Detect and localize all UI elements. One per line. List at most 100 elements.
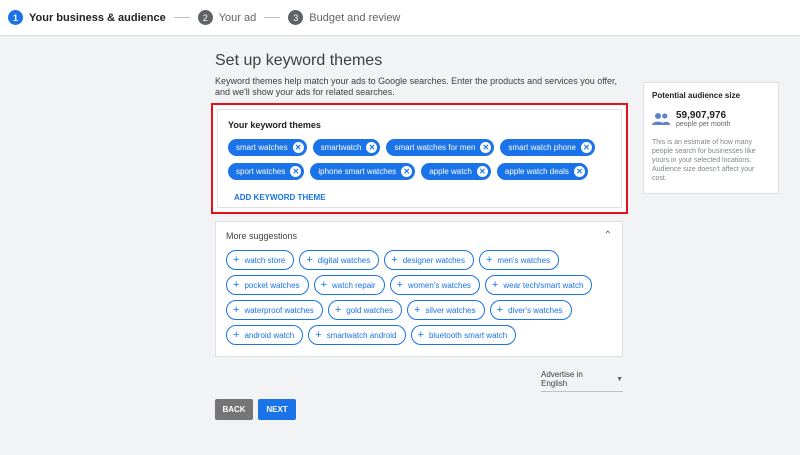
audience-row: 59,907,976 people per month [652, 110, 770, 128]
chevron-up-icon[interactable]: ⌃ [604, 230, 612, 241]
language-select[interactable]: Advertise in English ▼ [541, 370, 623, 392]
close-icon[interactable]: ✕ [401, 166, 413, 177]
keyword-chip-label: smartwatch [320, 143, 362, 152]
suggestion-chip-label: bluetooth smart watch [428, 330, 508, 340]
suggestion-chip[interactable]: + digital watches [299, 250, 380, 270]
plus-icon: + [320, 278, 328, 291]
plus-icon: + [413, 303, 421, 316]
add-keyword-theme-button[interactable]: ADD KEYWORD THEME [234, 193, 326, 202]
page-title: Set up keyword themes [215, 52, 383, 69]
suggestion-chip-label: watch store [244, 255, 286, 265]
suggestion-chip-label: pocket watches [244, 280, 300, 290]
step-label: Your ad [218, 11, 257, 24]
plus-icon: + [315, 328, 322, 341]
close-icon[interactable]: ✕ [366, 142, 378, 153]
plus-icon: + [491, 278, 499, 291]
suggestion-chip-list: + watch store + digital watches + designer wa… [226, 250, 612, 345]
suggestions-panel: More suggestions ⌃ + watch store + digital … [215, 221, 623, 357]
suggestion-chip-label: designer watches [402, 255, 465, 265]
suggestion-chip[interactable]: + watch store [226, 250, 295, 270]
suggestion-chip[interactable]: + bluetooth smart watch [410, 325, 517, 345]
audience-title: Potential audience size [652, 91, 741, 100]
suggestion-chip[interactable]: + diver's watches [489, 300, 572, 320]
keyword-chip-label: smart watches [236, 143, 288, 152]
step-your-ad[interactable]: 2 Your ad [197, 10, 257, 25]
plus-icon: + [391, 253, 398, 266]
audience-note: This is an estimate of how many people s… [652, 139, 756, 182]
suggestion-chip[interactable]: + men's watches [478, 250, 560, 270]
page-description: Keyword themes help match your ads to Go… [215, 76, 618, 97]
close-icon[interactable]: ✕ [480, 142, 492, 153]
keyword-chip-label: apple watch deals [504, 167, 569, 176]
step-label: Your business & audience [29, 11, 166, 24]
plus-icon: + [306, 253, 313, 266]
suggestions-heading: More suggestions [226, 230, 298, 241]
suggestion-chip[interactable]: + silver watches [406, 300, 485, 320]
keyword-chip-row: smart watches ✕ smartwatch ✕ smart watches f… [228, 139, 611, 156]
keyword-chip[interactable]: apple watch deals ✕ [496, 163, 588, 180]
suggestion-chip[interactable]: + designer watches [384, 250, 474, 270]
suggestion-chip-row: + watch store + digital watches + designer wa… [226, 250, 612, 270]
suggestion-chip-label: gold watches [346, 305, 393, 315]
suggestion-chip[interactable]: + pocket watches [226, 275, 309, 295]
close-icon[interactable]: ✕ [476, 166, 488, 177]
keyword-chip[interactable]: sport watches ✕ [228, 163, 305, 180]
keyword-chip-label: smart watch phone [508, 143, 576, 152]
close-icon[interactable]: ✕ [292, 142, 304, 153]
suggestions-header[interactable]: More suggestions ⌃ [226, 230, 612, 241]
keyword-themes-highlight: Your keyword themes smart watches ✕ smartw… [211, 103, 628, 214]
suggestion-chip-row: + pocket watches + watch repair + women's wat… [226, 275, 612, 295]
keyword-chip[interactable]: smart watch phone ✕ [500, 139, 595, 156]
keyword-chip-label: sport watches [236, 167, 286, 176]
step-business-audience[interactable]: 1 Your business & audience [8, 10, 166, 25]
plus-icon: + [396, 278, 404, 291]
suggestion-chip-label: watch repair [332, 280, 376, 290]
suggestion-chip[interactable]: + women's watches [389, 275, 480, 295]
keyword-chip[interactable]: smartwatch ✕ [312, 139, 381, 156]
audience-size-card: Potential audience size 59,907,976 peopl… [643, 82, 779, 194]
suggestion-chip[interactable]: + watch repair [313, 275, 385, 295]
keyword-themes-heading: Your keyword themes [228, 120, 321, 130]
step-budget-review[interactable]: 3 Budget and review [288, 10, 400, 25]
keyword-chip-label: smart watches for men [394, 143, 476, 152]
suggestion-chip-label: wear tech/smart watch [503, 280, 584, 290]
plus-icon: + [496, 303, 504, 316]
close-icon[interactable]: ✕ [581, 142, 592, 153]
suggestion-chip[interactable]: + wear tech/smart watch [484, 275, 593, 295]
suggestion-chip-row: + android watch + smartwatch android + blueto… [226, 325, 612, 345]
keyword-chip[interactable]: apple watch ✕ [421, 163, 491, 180]
suggestion-chip[interactable]: + smartwatch android [308, 325, 406, 345]
close-icon[interactable]: ✕ [290, 166, 302, 177]
keyword-chip-label: iphone smart watches [318, 167, 397, 176]
keyword-chip-list: smart watches ✕ smartwatch ✕ smart watches f… [228, 139, 611, 180]
back-button[interactable]: BACK [215, 399, 253, 420]
plus-icon: + [233, 253, 240, 266]
caret-down-icon: ▼ [616, 375, 623, 383]
suggestion-chip[interactable]: + android watch [226, 325, 304, 345]
step-label: Budget and review [309, 11, 401, 24]
suggestion-chip[interactable]: + gold watches [327, 300, 402, 320]
suggestion-chip-label: smartwatch android [326, 330, 397, 340]
keyword-themes-panel: Your keyword themes smart watches ✕ smartw… [217, 109, 622, 208]
step-number: 3 [288, 10, 304, 25]
suggestion-chip-label: digital watches [317, 255, 371, 265]
close-icon[interactable]: ✕ [573, 166, 585, 177]
keyword-chip[interactable]: iphone smart watches ✕ [310, 163, 416, 180]
suggestion-chip-label: men's watches [497, 255, 551, 265]
plus-icon: + [417, 328, 424, 341]
next-button[interactable]: NEXT [258, 399, 296, 420]
language-label: Advertise in English [541, 370, 583, 388]
plus-icon: + [485, 253, 493, 266]
step-number: 2 [197, 10, 213, 25]
step-divider [264, 17, 281, 18]
keyword-chip[interactable]: smart watches ✕ [228, 139, 307, 156]
suggestion-chip-label: women's watches [408, 280, 471, 290]
keyword-chip-label: apple watch [429, 167, 472, 176]
suggestion-chip-row: + waterproof watches + gold watches + silver … [226, 300, 612, 320]
keyword-chip[interactable]: smart watches for men ✕ [386, 139, 495, 156]
suggestion-chip-label: waterproof watches [244, 305, 314, 315]
plus-icon: + [233, 303, 240, 316]
plus-icon: + [233, 278, 240, 291]
suggestion-chip[interactable]: + waterproof watches [226, 300, 323, 320]
suggestion-chip-label: android watch [244, 330, 295, 340]
